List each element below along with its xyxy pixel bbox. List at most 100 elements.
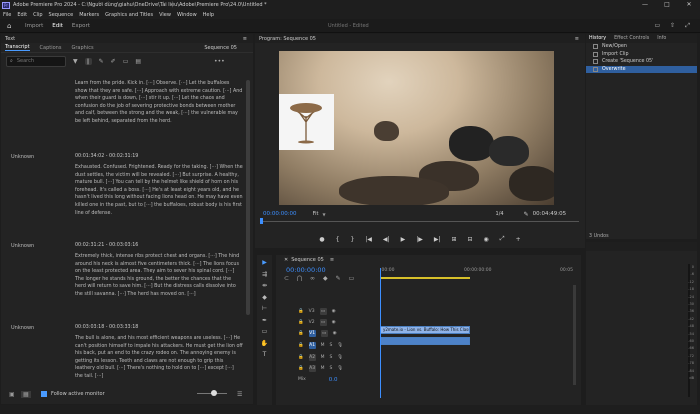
type-tool-icon[interactable]: T [257, 351, 272, 363]
eye-icon[interactable]: ◉ [332, 309, 336, 314]
playhead-handle[interactable] [260, 218, 263, 224]
video-clip[interactable]: y2mate.io - Lion vs. Buffalo: How This C… [380, 326, 470, 334]
ripple-edit-icon[interactable]: ⇹ [257, 282, 272, 294]
tab-transcript[interactable]: Transcript [5, 44, 30, 51]
speaker-label[interactable]: Unknown [11, 243, 34, 249]
wrench-icon[interactable]: ✎ [336, 275, 341, 282]
marker-icon[interactable]: ◆ [323, 275, 328, 282]
minimize-button[interactable]: — [634, 0, 656, 10]
history-item-selected[interactable]: Overwrite [586, 65, 697, 73]
mute-icon[interactable]: M [321, 343, 325, 348]
comparison-icon[interactable]: ⤢ [500, 235, 505, 243]
panel-menu-icon[interactable]: ≡ [330, 257, 334, 263]
menu-graphics[interactable]: Graphics and Titles [105, 12, 153, 18]
track-name[interactable]: A1 [308, 342, 316, 349]
wrench-icon[interactable]: ✎ [524, 211, 529, 218]
track-name[interactable]: A2 [308, 354, 316, 361]
transcript-text[interactable]: Learn from the pride. Kick in. [···] Obs… [75, 80, 243, 126]
eye-icon[interactable]: ◉ [332, 320, 336, 325]
fit-dropdown[interactable]: Fit [313, 211, 319, 217]
sync-lock-icon[interactable]: ▭ [319, 319, 327, 326]
track-name[interactable]: V1 [308, 330, 316, 337]
track-name[interactable]: A3 [308, 365, 316, 372]
selection-tool-icon[interactable]: ▶ [257, 259, 272, 271]
transcript-text[interactable]: Exhausted. Confused. Frightened. Ready f… [75, 164, 243, 217]
mix-value[interactable]: 0.0 [329, 377, 338, 383]
tab-captions[interactable]: Captions [40, 45, 62, 51]
go-to-in-icon[interactable]: |◀ [365, 236, 372, 243]
mic-icon[interactable]: 🎙 [337, 355, 343, 360]
menu-markers[interactable]: Markers [79, 12, 99, 18]
menu-sequence[interactable]: Sequence [49, 12, 74, 18]
lock-icon[interactable]: 🔒 [298, 309, 304, 314]
tab-graphics[interactable]: Graphics [71, 45, 93, 51]
menu-clip[interactable]: Clip [33, 12, 42, 18]
pencil-icon[interactable]: ✐ [111, 58, 116, 65]
resolution-dropdown[interactable]: 1/4 [496, 211, 504, 217]
tab-export[interactable]: Export [72, 23, 90, 29]
tab-history[interactable]: History [589, 36, 606, 41]
more-icon[interactable]: ••• [214, 58, 225, 65]
lock-icon[interactable]: 🔒 [298, 343, 304, 348]
go-to-out-icon[interactable]: ▶| [434, 236, 441, 243]
split-icon[interactable]: ∥ [84, 57, 92, 65]
magnet-icon[interactable]: ⋂ [297, 275, 302, 282]
fullscreen-icon[interactable]: ⤢ [685, 22, 690, 30]
timeline-playhead[interactable] [380, 268, 381, 398]
mark-in-icon[interactable]: { [336, 236, 340, 243]
speaker-label[interactable]: Unknown [11, 325, 34, 331]
mic-icon[interactable]: 🎙 [337, 343, 343, 348]
speaker-label[interactable]: Unknown [11, 154, 34, 160]
captions-icon[interactable]: ▣ [9, 391, 15, 398]
grid-icon[interactable]: ▦ [21, 390, 31, 398]
tab-info[interactable]: Info [657, 36, 666, 41]
add-button-icon[interactable]: + [516, 236, 521, 243]
work-area-bar[interactable] [380, 277, 470, 279]
audio-clip[interactable] [380, 337, 470, 345]
add-marker-icon[interactable]: ● [319, 236, 324, 243]
tab-edit[interactable]: Edit [52, 23, 63, 29]
transcript-scrollbar[interactable] [246, 80, 250, 315]
lift-icon[interactable]: ⊞ [451, 236, 456, 243]
solo-icon[interactable]: S [330, 355, 333, 360]
history-item[interactable]: New/Open [586, 43, 697, 51]
mark-out-icon[interactable]: } [350, 236, 354, 243]
link-icon[interactable]: ∞ [310, 275, 315, 282]
timeline-scrollbar[interactable] [573, 285, 576, 385]
step-forward-icon[interactable]: |▶ [416, 236, 423, 243]
time-ruler[interactable]: :00:00 00:00:00:00 00:05 [380, 268, 580, 280]
home-icon[interactable]: ⌂ [7, 22, 17, 30]
filter-icon[interactable]: ▼ [73, 58, 78, 65]
mute-icon[interactable]: M [321, 366, 325, 371]
menu-view[interactable]: View [159, 12, 171, 18]
tab-effect-controls[interactable]: Effect Controls [614, 36, 649, 41]
play-icon[interactable]: ▶ [401, 236, 406, 243]
lock-icon[interactable]: 🔒 [298, 331, 304, 336]
timeline-timecode[interactable]: 00:00:00:00 [286, 266, 326, 274]
slip-icon[interactable]: ⊢ [257, 305, 272, 317]
tab-import[interactable]: Import [25, 23, 43, 29]
quick-export-icon[interactable]: ⇧ [670, 22, 675, 30]
lock-icon[interactable]: 🔒 [298, 366, 304, 371]
video-frame[interactable] [279, 51, 554, 205]
search-input[interactable]: ⌕ Search [6, 55, 66, 67]
extract-icon[interactable]: ⊟ [468, 236, 473, 243]
caption-icon[interactable]: ▭ [123, 58, 129, 65]
transcript-text[interactable]: The bull is alone, and his most efficien… [75, 335, 243, 380]
zoom-slider-handle[interactable] [211, 390, 217, 396]
solo-icon[interactable]: S [330, 343, 333, 348]
hand-tool-icon[interactable]: ✋ [257, 340, 272, 352]
close-button[interactable]: ✕ [678, 0, 700, 10]
eye-icon[interactable]: ◉ [333, 331, 337, 336]
panel-menu-icon[interactable]: ≡ [243, 36, 247, 42]
sync-lock-icon[interactable]: ▭ [319, 308, 327, 315]
lock-icon[interactable]: 🔒 [298, 355, 304, 360]
scrubber-track[interactable] [261, 221, 579, 222]
rectangle-tool-icon[interactable]: ▭ [257, 328, 272, 340]
sync-lock-icon[interactable]: ▭ [320, 330, 328, 337]
razor-icon[interactable]: ◆ [257, 294, 272, 306]
history-item[interactable]: Create 'Sequence 05' [586, 58, 697, 66]
settings-icon[interactable]: ☰ [237, 391, 242, 398]
menu-edit[interactable]: Edit [17, 12, 27, 18]
close-icon[interactable]: ✕ [284, 257, 288, 263]
